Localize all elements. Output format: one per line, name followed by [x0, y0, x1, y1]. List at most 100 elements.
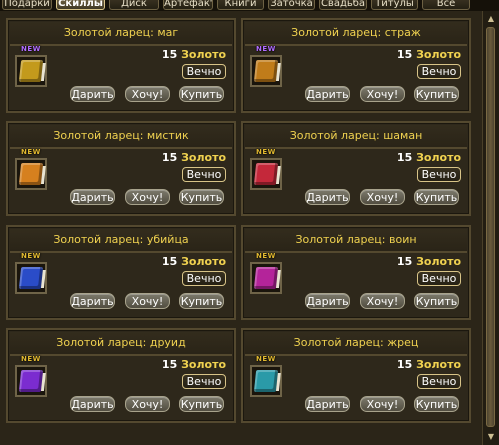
- duration-badge: Вечно: [182, 64, 226, 79]
- book-icon[interactable]: [15, 158, 47, 190]
- book-cover: [18, 60, 44, 82]
- price-currency: Золото: [181, 151, 226, 164]
- wish-button[interactable]: Хочу!: [360, 396, 405, 412]
- gift-button[interactable]: Дарить: [305, 86, 350, 102]
- price-amount: 15: [396, 255, 413, 268]
- tab-all[interactable]: Все: [422, 0, 470, 10]
- wish-button[interactable]: Хочу!: [125, 86, 170, 102]
- gift-button[interactable]: Дарить: [305, 396, 350, 412]
- book-icon[interactable]: [250, 365, 282, 397]
- wish-button[interactable]: Хочу!: [360, 86, 405, 102]
- duration-badge: Вечно: [417, 167, 461, 182]
- gift-button[interactable]: Дарить: [70, 189, 115, 205]
- wish-button[interactable]: Хочу!: [125, 293, 170, 309]
- book-icon[interactable]: [15, 262, 47, 294]
- duration-badge: Вечно: [182, 271, 226, 286]
- item-price: 15 Золото: [397, 255, 461, 268]
- shop-item-card: Золотой ларец: друид NEW 15 Золото Вечно…: [6, 328, 236, 423]
- item-price: 15 Золото: [397, 151, 461, 164]
- buy-button[interactable]: Купить: [179, 396, 224, 412]
- shop-item-card: Золотой ларец: убийца NEW 15 Золото Вечн…: [6, 225, 236, 320]
- book-cover: [253, 267, 279, 289]
- vertical-scrollbar[interactable]: ▲ ▼: [482, 11, 499, 445]
- book-cover: [18, 163, 44, 185]
- duration-badge: Вечно: [182, 374, 226, 389]
- scroll-down-icon[interactable]: ▼: [486, 432, 496, 442]
- duration-badge: Вечно: [417, 64, 461, 79]
- item-title: Золотой ларец: убийца: [10, 229, 232, 253]
- new-badge: NEW: [21, 252, 41, 260]
- buy-button[interactable]: Купить: [414, 86, 459, 102]
- wish-button[interactable]: Хочу!: [125, 396, 170, 412]
- scroll-thumb[interactable]: [486, 27, 495, 427]
- item-price: 15 Золото: [397, 358, 461, 371]
- book-icon[interactable]: [250, 55, 282, 87]
- item-price: 15 Золото: [162, 48, 226, 61]
- buy-button[interactable]: Купить: [179, 189, 224, 205]
- tab-disk[interactable]: Диск: [109, 0, 159, 10]
- price-amount: 15: [161, 151, 178, 164]
- gift-button[interactable]: Дарить: [305, 293, 350, 309]
- price-amount: 15: [161, 255, 178, 268]
- price-currency: Золото: [181, 48, 226, 61]
- shop-item-card: Золотой ларец: страж NEW 15 Золото Вечно…: [241, 18, 471, 113]
- new-badge: NEW: [21, 45, 41, 53]
- shop-item-card: Золотой ларец: воин NEW 15 Золото Вечно …: [241, 225, 471, 320]
- tab-skills[interactable]: Скиллы: [56, 0, 105, 10]
- book-cover: [18, 267, 44, 289]
- gift-button[interactable]: Дарить: [70, 396, 115, 412]
- book-cover: [253, 163, 279, 185]
- tab-wedding[interactable]: Свадьба: [319, 0, 367, 10]
- item-price: 15 Золото: [162, 151, 226, 164]
- new-badge: NEW: [256, 355, 276, 363]
- new-badge: NEW: [21, 148, 41, 156]
- buy-button[interactable]: Купить: [179, 293, 224, 309]
- book-cover: [253, 60, 279, 82]
- item-title: Золотой ларец: жрец: [245, 332, 467, 356]
- price-currency: Золото: [181, 358, 226, 371]
- item-price: 15 Золото: [162, 358, 226, 371]
- price-currency: Золото: [416, 151, 461, 164]
- buy-button[interactable]: Купить: [179, 86, 224, 102]
- shop-item-grid: Золотой ларец: маг NEW 15 Золото Вечно Д…: [0, 11, 482, 445]
- tab-titles[interactable]: Титулы: [371, 0, 418, 10]
- book-icon[interactable]: [250, 262, 282, 294]
- duration-badge: Вечно: [417, 374, 461, 389]
- duration-badge: Вечно: [182, 167, 226, 182]
- item-price: 15 Золото: [162, 255, 226, 268]
- scroll-up-icon[interactable]: ▲: [486, 14, 496, 24]
- shop-item-card: Золотой ларец: мистик NEW 15 Золото Вечн…: [6, 121, 236, 216]
- item-title: Золотой ларец: шаман: [245, 125, 467, 149]
- price-currency: Золото: [416, 48, 461, 61]
- price-currency: Золото: [181, 255, 226, 268]
- wish-button[interactable]: Хочу!: [360, 293, 405, 309]
- item-title: Золотой ларец: друид: [10, 332, 232, 356]
- gift-button[interactable]: Дарить: [305, 189, 350, 205]
- new-badge: NEW: [256, 148, 276, 156]
- category-tabs: Подарки Скиллы Диск Артефакт Книги Заточ…: [0, 0, 499, 11]
- shop-item-card: Золотой ларец: жрец NEW 15 Золото Вечно …: [241, 328, 471, 423]
- gift-button[interactable]: Дарить: [70, 86, 115, 102]
- item-title: Золотой ларец: страж: [245, 22, 467, 46]
- tab-books[interactable]: Книги: [217, 0, 264, 10]
- item-title: Золотой ларец: маг: [10, 22, 232, 46]
- new-badge: NEW: [21, 355, 41, 363]
- book-icon[interactable]: [15, 365, 47, 397]
- price-amount: 15: [161, 48, 178, 61]
- shop-item-card: Золотой ларец: шаман NEW 15 Золото Вечно…: [241, 121, 471, 216]
- book-icon[interactable]: [250, 158, 282, 190]
- buy-button[interactable]: Купить: [414, 396, 459, 412]
- buy-button[interactable]: Купить: [414, 293, 459, 309]
- price-amount: 15: [396, 358, 413, 371]
- gift-button[interactable]: Дарить: [70, 293, 115, 309]
- wish-button[interactable]: Хочу!: [360, 189, 405, 205]
- tab-sharpening[interactable]: Заточка: [268, 0, 315, 10]
- tab-artifact[interactable]: Артефакт: [163, 0, 213, 10]
- new-badge: NEW: [256, 45, 276, 53]
- wish-button[interactable]: Хочу!: [125, 189, 170, 205]
- buy-button[interactable]: Купить: [414, 189, 459, 205]
- book-cover: [18, 370, 44, 392]
- tab-gifts[interactable]: Подарки: [2, 0, 52, 10]
- price-currency: Золото: [416, 255, 461, 268]
- book-icon[interactable]: [15, 55, 47, 87]
